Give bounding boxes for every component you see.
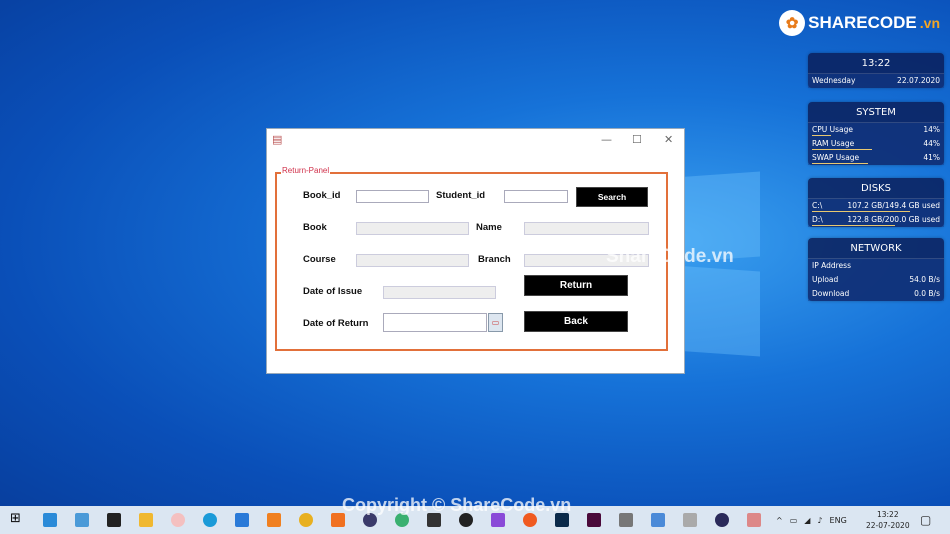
download-label: Download	[812, 289, 850, 298]
watermark-center: ShareCode.vn	[606, 246, 734, 267]
widget-title: SYSTEM	[808, 102, 944, 123]
vlc-icon[interactable]	[267, 513, 281, 527]
ram-label: RAM Usage	[812, 139, 855, 148]
ram-value: 44%	[923, 139, 940, 148]
date-of-return-input[interactable]	[383, 313, 487, 332]
title-bar[interactable]: ▤ — ☐ ✕	[267, 129, 684, 149]
logo-icon: ✿	[779, 10, 806, 36]
disk-c-bar	[812, 211, 910, 212]
eclipse-icon[interactable]	[715, 513, 729, 527]
minimize-button[interactable]: —	[601, 133, 612, 146]
taskbar-app-icon[interactable]	[171, 513, 185, 527]
edge-icon[interactable]	[203, 513, 217, 527]
course-field	[356, 254, 469, 267]
widget-date: 22.07.2020	[897, 76, 940, 85]
notification-icon[interactable]: ▢	[920, 506, 931, 534]
file-explorer-icon[interactable]	[139, 513, 153, 527]
name-field	[524, 222, 649, 235]
swap-label: SWAP Usage	[812, 153, 860, 162]
taskbar-date: 22-07-2020	[866, 521, 910, 530]
name-label: Name	[476, 222, 502, 233]
disk-d-value: 122.8 GB/200.0 GB used	[847, 215, 940, 224]
upload-value: 54.0 B/s	[909, 275, 940, 284]
course-label: Course	[303, 254, 336, 265]
taskbar-app-icon[interactable]	[43, 513, 57, 527]
close-button[interactable]: ✕	[664, 133, 673, 146]
book-id-input[interactable]	[356, 190, 429, 203]
taskbar-time: 13:22	[876, 510, 899, 519]
disk-c-label: C:\	[812, 201, 823, 210]
wifi-icon[interactable]: ◢	[804, 516, 810, 525]
book-field	[356, 222, 469, 235]
widget-title: DISKS	[808, 178, 944, 199]
student-id-label: Student_id	[436, 190, 486, 201]
book-id-label: Book_id	[303, 190, 341, 201]
swap-value: 41%	[923, 153, 940, 162]
battery-icon[interactable]: ▭	[790, 516, 798, 525]
taskbar-app-icon[interactable]	[75, 513, 89, 527]
xd-icon[interactable]	[587, 513, 601, 527]
widget-day: Wednesday	[812, 76, 856, 85]
swap-bar	[812, 163, 868, 164]
app-books-icon: ▤	[272, 133, 283, 146]
branch-label: Branch	[478, 254, 511, 265]
student-id-input[interactable]	[504, 190, 568, 203]
panel-title: Return-Panel	[281, 166, 331, 175]
widget-time: 13:22	[808, 53, 944, 74]
upload-label: Upload	[812, 275, 839, 284]
clock-widget: 13:22 Wednesday 22.07.2020	[808, 53, 944, 88]
chevron-up-icon[interactable]: ^	[776, 516, 783, 525]
return-button[interactable]: Return	[524, 275, 628, 296]
gimp-icon[interactable]	[619, 513, 633, 527]
cpu-label: CPU Usage	[812, 125, 854, 134]
disks-widget: DISKS C:\ 107.2 GB/149.4 GB used D:\ 122.8…	[808, 178, 944, 227]
sharecode-logo: ✿ SHARECODE .vn	[779, 10, 940, 36]
disk-d-label: D:\	[812, 215, 823, 224]
taskbar-app-icon[interactable]	[683, 513, 697, 527]
book-label: Book	[303, 222, 327, 233]
cpu-value: 14%	[923, 125, 940, 134]
cpu-bar	[812, 135, 832, 136]
terminal-icon[interactable]	[107, 513, 121, 527]
system-tray: ^ ▭ ◢ ♪ ENG	[776, 506, 847, 534]
network-widget: NETWORK IP Address Upload 54.0 B/s Downlo…	[808, 238, 944, 301]
document-icon[interactable]	[651, 513, 665, 527]
vscode-icon[interactable]	[235, 513, 249, 527]
watermark-copyright: Copyright © ShareCode.vn	[342, 495, 572, 515]
widget-title: NETWORK	[808, 238, 944, 259]
taskbar-clock[interactable]: 13:22 22-07-2020	[866, 506, 910, 534]
date-of-issue-label: Date of Issue	[303, 286, 363, 297]
language-indicator[interactable]: ENG	[830, 516, 847, 525]
speaker-icon[interactable]: ♪	[817, 516, 822, 525]
date-of-issue-field	[383, 286, 496, 299]
date-of-return-label: Date of Return	[303, 318, 369, 329]
calendar-picker-button[interactable]: ▭	[488, 313, 503, 332]
calendar-icon: ▭	[491, 318, 500, 327]
disk-c-value: 107.2 GB/149.4 GB used	[847, 201, 940, 210]
download-value: 0.0 B/s	[914, 289, 940, 298]
ip-label: IP Address	[812, 261, 851, 270]
maximize-button[interactable]: ☐	[632, 133, 642, 146]
back-button[interactable]: Back	[524, 311, 628, 332]
chrome-icon[interactable]	[299, 513, 313, 527]
ram-bar	[812, 149, 872, 150]
books-app-icon[interactable]	[747, 513, 761, 527]
logo-text: SHARECODE	[808, 13, 917, 32]
disk-d-bar	[812, 225, 895, 226]
start-button[interactable]: ⊞	[10, 511, 24, 526]
logo-suffix: .vn	[919, 15, 940, 31]
search-button[interactable]: Search	[576, 187, 648, 207]
system-widget: SYSTEM CPU Usage 14% RAM Usage 44% SWAP Us…	[808, 102, 944, 165]
